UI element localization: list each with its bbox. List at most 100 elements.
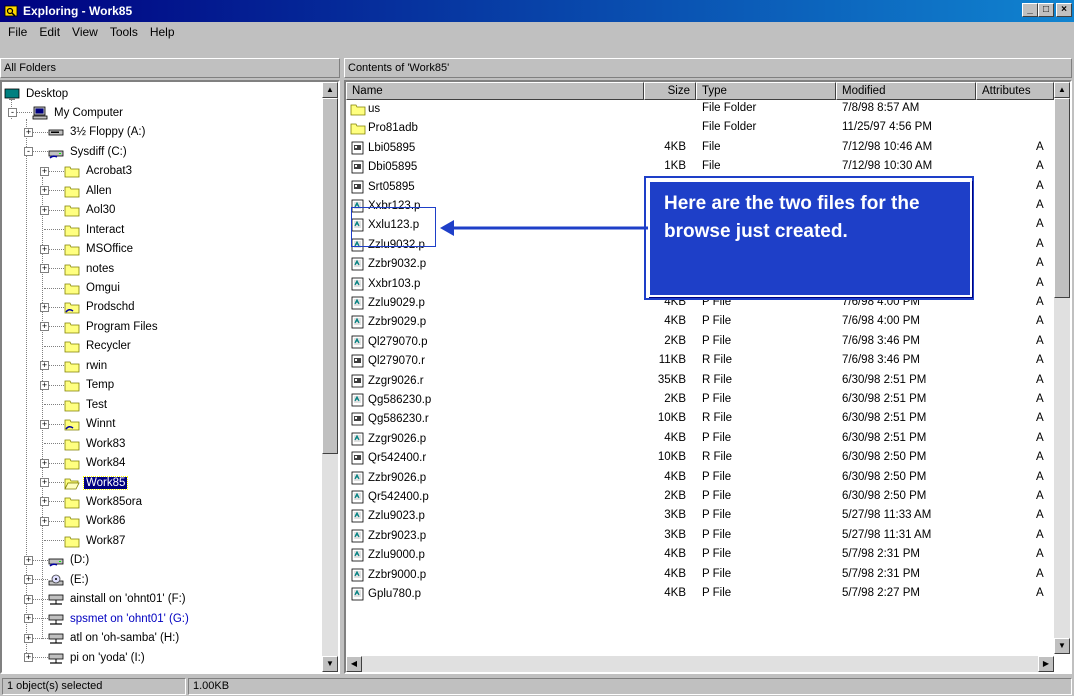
tree-expander[interactable]: + <box>40 478 49 487</box>
tree-expander[interactable]: + <box>40 458 49 468</box>
tree-item[interactable]: Work85ora <box>64 492 144 511</box>
tree-item[interactable]: Acrobat3 <box>64 162 134 181</box>
file-row[interactable]: ᵃ Gplu780.p 4KB P File 5/7/98 2:27 PM A <box>346 585 1054 604</box>
list-scrollbar[interactable]: ▲ ▼ <box>1054 82 1070 654</box>
tree-expander[interactable]: + <box>40 205 49 215</box>
tree-item[interactable]: Desktop <box>4 84 70 103</box>
tree-item[interactable]: 3½ Floppy (A:) <box>48 123 147 142</box>
tree-item[interactable]: Temp <box>64 376 116 395</box>
tree-expander[interactable]: + <box>40 166 49 176</box>
tree-item[interactable]: (D:) <box>48 551 91 570</box>
tree-item[interactable]: Prodschd <box>64 298 137 317</box>
menu-view[interactable]: View <box>66 25 104 39</box>
tree-expander[interactable]: + <box>40 380 49 390</box>
tree-item[interactable]: My Computer <box>32 103 125 122</box>
tree-expander[interactable]: + <box>40 186 49 196</box>
file-row[interactable]: ᵃ Zzlu9000.p 4KB P File 5/7/98 2:31 PM A <box>346 546 1054 565</box>
scroll-up-button[interactable]: ▲ <box>322 82 338 98</box>
file-row[interactable]: ᵃ Zzgr9026.p 4KB P File 6/30/98 2:51 PM A <box>346 430 1054 449</box>
file-row[interactable]: Qg586230.r 10KB R File 6/30/98 2:51 PM A <box>346 410 1054 429</box>
tree-expander[interactable]: + <box>40 244 49 254</box>
file-row[interactable]: ᵃ Zzbr9023.p 3KB P File 5/27/98 11:31 AM … <box>346 527 1054 546</box>
list-horizontal-scrollbar[interactable]: ◀ ▶ <box>346 656 1054 672</box>
tree-expander[interactable]: + <box>40 302 49 312</box>
tree-expander[interactable]: + <box>40 361 49 371</box>
file-row[interactable]: ᵃ Zzbr9029.p 4KB P File 7/6/98 4:00 PM A <box>346 313 1054 332</box>
tree-expander[interactable]: + <box>24 127 33 137</box>
tree-expander[interactable]: + <box>40 419 49 429</box>
menu-tools[interactable]: Tools <box>104 25 144 39</box>
tree-item[interactable]: Work84 <box>64 454 127 473</box>
column-type[interactable]: Type <box>696 82 836 100</box>
tree-item[interactable]: Work85 <box>64 473 129 492</box>
file-row[interactable]: ᵃ Qg586230.p 2KB P File 6/30/98 2:51 PM A <box>346 391 1054 410</box>
tree-expander[interactable]: - <box>24 147 33 157</box>
tree-item[interactable]: MSOffice <box>64 240 135 259</box>
tree-expander[interactable]: + <box>40 516 49 526</box>
maximize-button[interactable]: □ <box>1038 3 1054 17</box>
scroll-down-button[interactable]: ▼ <box>322 656 338 672</box>
tree-item[interactable]: Sysdiff (C:) <box>48 142 129 161</box>
tree-item[interactable]: ainstall on 'ohnt01' (F:) <box>48 590 188 609</box>
tree-expander[interactable]: + <box>24 614 33 624</box>
tree-item[interactable]: pi on 'yoda' (I:) <box>48 648 147 667</box>
file-row[interactable]: ᵃ Qr542400.p 2KB P File 6/30/98 2:50 PM A <box>346 488 1054 507</box>
tree-item[interactable]: Work87 <box>64 531 127 550</box>
tree-item[interactable]: Work83 <box>64 434 127 453</box>
tree-item[interactable]: Aol30 <box>64 201 117 220</box>
tree-expander[interactable]: + <box>24 633 33 643</box>
scroll-thumb[interactable] <box>1054 98 1070 298</box>
tree-expander[interactable]: + <box>40 497 49 507</box>
tree-item[interactable]: rwin <box>64 356 109 375</box>
column-attributes[interactable]: Attributes <box>976 82 1054 100</box>
tree-item[interactable]: Winnt <box>64 415 117 434</box>
tree-expander[interactable]: - <box>8 108 17 118</box>
file-list[interactable]: Name Size Type Modified Attributes us Fi… <box>344 80 1072 674</box>
tree-expander[interactable]: + <box>24 575 33 585</box>
file-row[interactable]: Lbi05895 4KB File 7/12/98 10:46 AM A <box>346 139 1054 158</box>
file-row[interactable]: Dbi05895 1KB File 7/12/98 10:30 AM A <box>346 158 1054 177</box>
folder-tree[interactable]: Desktop - My Computer + 3½ Floppy (A:) -… <box>0 80 340 674</box>
file-attributes: A <box>1036 548 1044 561</box>
scroll-up-button[interactable]: ▲ <box>1054 82 1070 98</box>
file-row[interactable]: Pro81adb File Folder 11/25/97 4:56 PM <box>346 119 1054 138</box>
file-row[interactable]: ᵃ Zzbr9000.p 4KB P File 5/7/98 2:31 PM A <box>346 566 1054 585</box>
tree-item[interactable]: atl on 'oh-samba' (H:) <box>48 629 181 648</box>
file-row[interactable]: Zzgr9026.r 35KB R File 6/30/98 2:51 PM A <box>346 372 1054 391</box>
menu-edit[interactable]: Edit <box>33 25 66 39</box>
close-button[interactable]: × <box>1056 3 1072 17</box>
tree-item[interactable]: notes <box>64 259 116 278</box>
column-size[interactable]: Size <box>644 82 696 100</box>
menu-help[interactable]: Help <box>144 25 181 39</box>
tree-expander[interactable]: + <box>40 264 49 274</box>
menu-file[interactable]: File <box>2 25 33 39</box>
file-row[interactable]: Ql279070.r 11KB R File 7/6/98 3:46 PM A <box>346 352 1054 371</box>
file-row[interactable]: ᵃ Ql279070.p 2KB P File 7/6/98 3:46 PM A <box>346 333 1054 352</box>
tree-item[interactable]: spsmet on 'ohnt01' (G:) <box>48 609 191 628</box>
file-row[interactable]: us File Folder 7/8/98 8:57 AM <box>346 100 1054 119</box>
tree-item[interactable]: Test <box>64 395 109 414</box>
scroll-left-button[interactable]: ◀ <box>346 656 362 672</box>
scroll-down-button[interactable]: ▼ <box>1054 638 1070 654</box>
tree-expander[interactable]: + <box>24 555 33 565</box>
tree-expander[interactable]: + <box>24 653 33 663</box>
tree-item[interactable]: Work86 <box>64 512 127 531</box>
scroll-right-button[interactable]: ▶ <box>1038 656 1054 672</box>
tree-item[interactable]: Program Files <box>64 317 160 336</box>
tree-item[interactable]: Interact <box>64 220 126 239</box>
tree-scrollbar[interactable]: ▲ ▼ <box>322 82 338 672</box>
file-attributes: A <box>1036 276 1044 289</box>
file-row[interactable]: Qr542400.r 10KB R File 6/30/98 2:50 PM A <box>346 449 1054 468</box>
column-name[interactable]: Name <box>346 82 644 100</box>
file-row[interactable]: ᵃ Zzbr9026.p 4KB P File 6/30/98 2:50 PM A <box>346 469 1054 488</box>
tree-item[interactable]: Recycler <box>64 337 133 356</box>
minimize-button[interactable]: _ <box>1022 3 1038 17</box>
column-modified[interactable]: Modified <box>836 82 976 100</box>
file-row[interactable]: ᵃ Zzlu9023.p 3KB P File 5/27/98 11:33 AM … <box>346 507 1054 526</box>
tree-item[interactable]: Allen <box>64 181 114 200</box>
scroll-thumb[interactable] <box>322 98 338 454</box>
tree-item[interactable]: (E:) <box>48 570 91 589</box>
tree-expander[interactable]: + <box>24 594 33 604</box>
tree-expander[interactable]: + <box>40 322 49 332</box>
tree-item[interactable]: Omgui <box>64 279 122 298</box>
